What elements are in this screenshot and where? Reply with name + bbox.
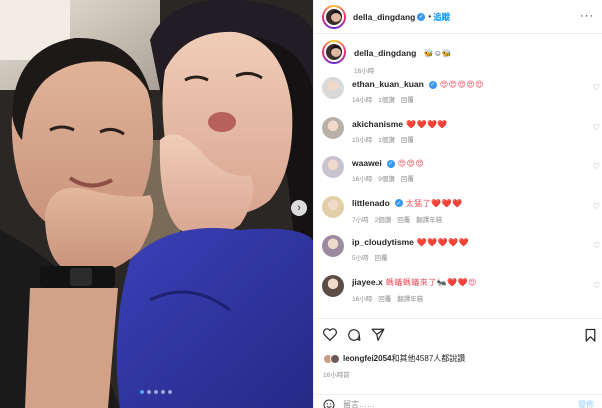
comment-time: 16小時 [352,295,373,303]
author-avatar[interactable] [322,4,346,29]
comment-time: 5小時 [352,255,369,262]
comment-time: 14小時 [352,97,373,104]
post-header: della_dingdang ✓ • 追蹤 ··· [314,0,602,34]
commenter-username[interactable]: ip_cloudytisme [352,237,414,247]
comment-time: 15小時 [352,136,373,144]
verified-badge-icon: ✓ [428,80,437,89]
separator-dot: • [428,12,432,21]
liker-username[interactable]: leongfei2054 [343,354,391,363]
emoji-icon[interactable] [323,399,335,408]
verified-badge-icon: ✓ [386,159,395,168]
reply-button[interactable]: 回覆 [401,176,414,183]
comment-like-icon[interactable]: ♡ [593,202,600,211]
reply-button[interactable]: 回覆 [397,217,410,224]
post-comment-button[interactable]: 發佈 [578,399,594,408]
commenter-avatar[interactable] [322,116,344,139]
comment-like-icon[interactable]: ♡ [593,162,600,171]
likes-summary[interactable]: leongfei2054和其他4587人都說讚 [323,353,465,364]
reply-button[interactable]: 回覆 [375,255,388,262]
comment-item: jiayee.x 螞蟻螞蟻來了🐜❤️❤️😍 16小時 回覆 翻譯年糕 ♡ [322,274,602,303]
comment-item: littlenado ✓ 太猛了❤️❤️❤️ 7小時 2個讚 回覆 翻譯年糕 ♡ [322,195,602,224]
comment-like-icon[interactable]: ♡ [593,123,600,132]
commenter-avatar[interactable] [322,195,344,218]
comment-meta: 16小時 9個讚 回覆 [352,173,592,183]
comment-time: 16小時 [352,176,373,183]
likes-count-text: 和其他4587人都說讚 [391,354,466,363]
caption-username[interactable]: della_dingdang [354,48,416,58]
comment-like-icon[interactable]: ♡ [593,241,600,250]
comment-text: ❤️❤️❤️❤️❤️ [416,238,470,247]
comment-meta: 7小時 2個讚 回覆 翻譯年糕 [352,214,592,224]
carousel-dots [140,390,172,394]
comment-text: 😍😍😍😍😍 [439,80,485,89]
comment-likes[interactable]: 1個讚 [378,97,395,104]
comment-item: akichanisme ❤️❤️❤️❤️ 15小時 1個讚 回覆 ♡ [322,116,602,144]
author-username[interactable]: della_dingdang [353,12,415,22]
post-photo[interactable]: › [0,0,313,408]
carousel-dot [161,390,165,394]
action-icons [323,328,385,342]
post-caption: della_dingdang 🐝☺🐝 16小時 [322,40,452,75]
commenter-avatar[interactable] [322,77,344,99]
commenter-username[interactable]: ethan_kuan_kuan [352,79,424,89]
commenter-username[interactable]: jiayee.x [352,277,383,287]
add-comment-bar: 留言…… 發佈 [314,394,602,408]
follow-button[interactable]: 追蹤 [433,11,450,23]
post-timestamp: 16小時前 [323,372,350,379]
comment-time: 7小時 [352,216,369,224]
carousel-dot [140,390,144,394]
comment-item: ip_cloudytisme ❤️❤️❤️❤️❤️ 5小時 回覆 ♡ [322,235,602,262]
bookmark-icon[interactable] [585,328,596,342]
commenter-username[interactable]: waawei [352,158,382,168]
comment-text: 螞蟻螞蟻來了🐜❤️❤️😍 [385,277,477,287]
next-photo-button[interactable]: › [291,200,307,216]
translate-button[interactable]: 翻譯年糕 [416,217,442,224]
comment-likes[interactable]: 1個讚 [378,137,395,144]
chevron-right-icon: › [297,201,301,214]
reply-button[interactable]: 回覆 [401,137,414,144]
carousel-dot [154,390,158,394]
comment-text: 太猛了❤️❤️❤️ [405,198,463,208]
heart-icon[interactable] [323,328,337,341]
verified-badge-icon: ✓ [417,12,426,21]
comment-text: 😍😍😍 [397,159,425,168]
comment-likes[interactable]: 9個讚 [378,176,395,183]
commenter-avatar[interactable] [322,156,344,178]
comment-like-icon[interactable]: ♡ [593,281,600,290]
caption-time: 16小時 [354,68,375,75]
liker-avatar [330,353,340,364]
comment-meta: 15小時 1個讚 回覆 [352,134,592,144]
translate-button[interactable]: 翻譯年糕 [397,296,423,303]
comment-meta: 16小時 回覆 翻譯年糕 [352,293,592,303]
share-icon[interactable] [371,328,385,341]
comment-like-icon[interactable]: ♡ [593,83,600,92]
commenter-username[interactable]: akichanisme [352,119,403,129]
comment-item: waawei ✓ 😍😍😍 16小時 9個讚 回覆 ♡ [322,156,602,183]
carousel-dot [147,390,151,394]
more-options-icon[interactable]: ··· [580,10,594,22]
caption-text: 🐝☺🐝 [423,49,452,58]
carousel-dot [168,390,172,394]
comment-text: ❤️❤️❤️❤️ [406,119,448,129]
post-image [0,0,313,408]
commenter-username[interactable]: littlenado [352,198,390,208]
post-details-panel: della_dingdang ✓ • 追蹤 ··· della_dingdang… [313,0,602,408]
likes-text: leongfei2054和其他4587人都說讚 [343,353,465,364]
comment-meta: 14小時 1個讚 回覆 [352,94,592,104]
verified-badge-icon: ✓ [394,199,403,208]
post-actions-section: leongfei2054和其他4587人都說讚 16小時前 留言…… 發佈 [314,318,602,408]
caption-avatar[interactable] [322,40,346,64]
comment-input[interactable]: 留言…… [343,399,375,408]
comment-meta: 5小時 回覆 [352,252,592,262]
reply-button[interactable]: 回覆 [401,97,414,104]
comment-item: ethan_kuan_kuan ✓ 😍😍😍😍😍 14小時 1個讚 回覆 ♡ [322,77,602,104]
reply-button[interactable]: 回覆 [378,296,391,303]
commenter-avatar[interactable] [322,274,344,297]
commenter-avatar[interactable] [322,235,344,257]
comment-likes[interactable]: 2個讚 [375,217,392,224]
comment-icon[interactable] [347,328,361,342]
